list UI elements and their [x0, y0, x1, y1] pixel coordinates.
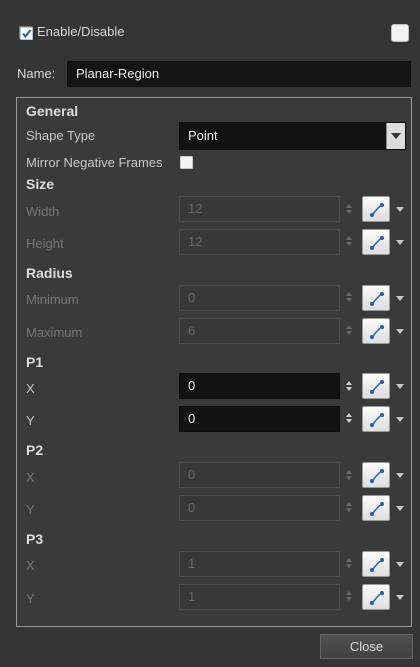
p3-y-menu-icon[interactable] [396, 595, 404, 600]
p3-y-spinner-icon[interactable] [346, 591, 352, 603]
properties-panel [16, 97, 412, 627]
p3-x-menu-icon[interactable] [396, 562, 404, 567]
enable-label: Enable/Disable [37, 24, 125, 39]
section-size: Size [26, 176, 55, 192]
maximum-label: Maximum [26, 325, 83, 340]
maximum-menu-icon[interactable] [396, 329, 404, 334]
close-button[interactable]: Close [320, 634, 413, 659]
p1-x-function-button[interactable] [362, 373, 390, 399]
p1-y-function-button[interactable] [362, 406, 390, 432]
p3-x-field[interactable]: 1 [179, 551, 340, 577]
function-curve-icon [370, 325, 384, 339]
function-curve-icon [370, 413, 384, 427]
name-field[interactable]: Planar-Region [67, 61, 411, 87]
function-curve-icon [370, 380, 384, 394]
shape-type-value: Point [188, 128, 218, 143]
function-curve-icon [370, 502, 384, 516]
p2-x-spinner-icon[interactable] [346, 470, 352, 482]
section-p1: P1 [26, 354, 44, 370]
section-radius: Radius [26, 265, 73, 281]
checkmark-icon [20, 27, 33, 40]
minimum-label: Minimum [26, 292, 79, 307]
p1-y-label: Y [26, 413, 35, 428]
p1-y-field[interactable]: 0 [179, 406, 340, 432]
p2-y-function-button[interactable] [362, 495, 390, 521]
p2-y-menu-icon[interactable] [396, 506, 404, 511]
chevron-down-icon[interactable] [386, 123, 405, 149]
function-curve-icon [370, 558, 384, 572]
width-function-button[interactable] [362, 196, 390, 222]
function-curve-icon [370, 236, 384, 250]
maximum-field[interactable]: 6 [179, 318, 340, 344]
function-curve-icon [370, 591, 384, 605]
shape-type-label: Shape Type [26, 128, 96, 143]
p2-x-label: X [26, 470, 35, 485]
p2-y-spinner-icon[interactable] [346, 502, 352, 514]
p1-x-spinner-icon[interactable] [346, 381, 352, 393]
p1-x-menu-icon[interactable] [396, 384, 404, 389]
p3-y-function-button[interactable] [362, 584, 390, 610]
minimum-spinner-icon[interactable] [346, 292, 352, 304]
height-function-button[interactable] [362, 229, 390, 255]
function-curve-icon [370, 203, 384, 217]
function-curve-icon [370, 469, 384, 483]
p3-x-function-button[interactable] [362, 551, 390, 577]
p2-y-label: Y [26, 502, 35, 517]
section-p3: P3 [26, 531, 44, 547]
height-menu-icon[interactable] [396, 240, 404, 245]
p2-y-field[interactable]: 0 [179, 495, 340, 521]
name-label: Name: [17, 66, 56, 81]
height-field[interactable]: 12 [179, 229, 340, 255]
p1-x-field[interactable]: 0 [179, 373, 340, 399]
mirror-negative-frames-label: Mirror Negative Frames [26, 155, 163, 170]
minimum-menu-icon[interactable] [396, 296, 404, 301]
width-field[interactable]: 12 [179, 196, 340, 222]
minimum-function-button[interactable] [362, 285, 390, 311]
maximum-function-button[interactable] [362, 318, 390, 344]
maximum-spinner-icon[interactable] [346, 325, 352, 337]
p1-x-label: X [26, 381, 35, 396]
width-spinner-icon[interactable] [346, 204, 352, 216]
panel-toggle-checkbox[interactable] [391, 24, 409, 42]
section-general: General [26, 103, 79, 119]
p1-y-spinner-icon[interactable] [346, 413, 352, 425]
width-menu-icon[interactable] [396, 207, 404, 212]
p2-x-function-button[interactable] [362, 462, 390, 488]
p2-x-menu-icon[interactable] [396, 473, 404, 478]
shape-type-select[interactable]: Point [179, 122, 406, 150]
enable-checkbox[interactable] [19, 26, 33, 40]
p1-y-menu-icon[interactable] [396, 417, 404, 422]
p2-x-field[interactable]: 0 [179, 462, 340, 488]
p3-y-label: Y [26, 591, 35, 606]
section-p2: P2 [26, 442, 44, 458]
height-label: Height [26, 236, 64, 251]
height-spinner-icon[interactable] [346, 236, 352, 248]
function-curve-icon [370, 292, 384, 306]
width-label: Width [26, 204, 60, 219]
p3-y-field[interactable]: 1 [179, 584, 340, 610]
p3-x-spinner-icon[interactable] [346, 558, 352, 570]
minimum-field[interactable]: 0 [179, 285, 340, 311]
p3-x-label: X [26, 558, 35, 573]
mirror-negative-frames-checkbox[interactable] [180, 156, 193, 169]
